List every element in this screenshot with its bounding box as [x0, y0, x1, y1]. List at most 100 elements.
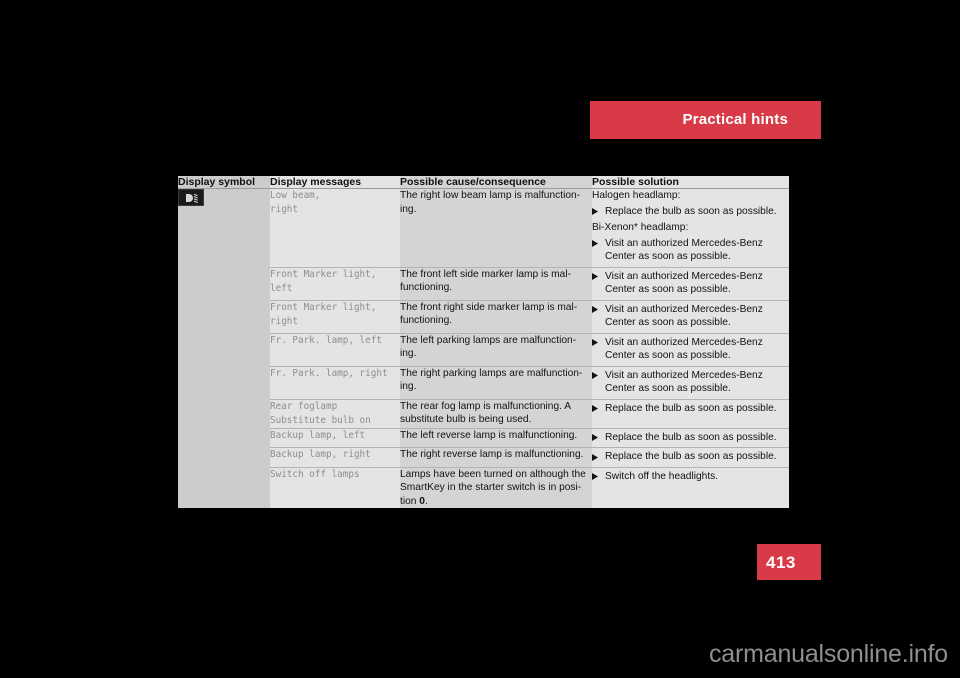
- solution-bullet-text: Visit an authorized Mercedes-Benz Center…: [605, 303, 763, 329]
- cell-display-symbol: [178, 300, 270, 333]
- triangle-bullet-icon: [592, 336, 605, 363]
- message-line: right: [270, 204, 298, 215]
- column-header-possible-solution: Possible solution: [592, 176, 789, 189]
- cell-possible-solution: Switch off the headlights.: [592, 466, 789, 508]
- cell-display-message: Front Marker light, left: [270, 266, 400, 300]
- solution-bullet: Visit an authorized Mercedes-Benz Center…: [592, 303, 789, 330]
- cause-line: The front right side marker lamp is mal-: [400, 301, 578, 313]
- display-messages-table: Display symbol Display messages Possible…: [178, 176, 789, 508]
- message-line: Fr. Park. lamp, right: [270, 367, 388, 379]
- solution-bullet-text: Replace the bulb as soon as possible.: [605, 205, 777, 217]
- cause-line: functioning.: [400, 315, 453, 326]
- cell-possible-cause: The rear fog lamp is malfunctioning. A su…: [400, 398, 592, 428]
- solution-bullet-text: Visit an authorized Mercedes-Benz Center…: [605, 369, 763, 395]
- solution-bullet: Replace the bulb as soon as possible.: [592, 450, 789, 464]
- solution-bullet: Visit an authorized Mercedes-Benz Center…: [592, 270, 789, 297]
- cell-display-symbol: [178, 366, 270, 399]
- cause-line: The left parking lamps are malfunction-: [400, 334, 577, 346]
- column-header-display-messages: Display messages: [270, 176, 400, 189]
- cell-display-message: Low beam, right: [270, 188, 400, 267]
- message-line: Front Marker light,: [270, 268, 377, 280]
- solution-bullet: Visit an authorized Mercedes-Benz Center…: [592, 237, 789, 264]
- cause-line: substitute bulb is being used.: [400, 414, 532, 425]
- triangle-bullet-icon: [592, 369, 605, 396]
- message-line: right: [270, 315, 298, 327]
- solution-bullet: Replace the bulb as soon as possible.: [592, 205, 789, 219]
- cause-line: The right parking lamps are malfunction-: [400, 367, 583, 379]
- message-line: Switch off lamps: [270, 468, 360, 480]
- cell-display-message: Rear foglamp Substitute bulb on: [270, 398, 400, 428]
- table-row: Backup lamp, right The right reverse lamp…: [178, 447, 789, 467]
- cell-possible-solution: Visit an authorized Mercedes-Benz Center…: [592, 266, 789, 300]
- cause-line: tion 0.: [400, 495, 428, 507]
- cell-possible-solution: Halogen headlamp: Replace the bulb as soo…: [592, 188, 789, 267]
- triangle-bullet-icon: [592, 470, 605, 484]
- cell-display-message: Fr. Park. lamp, right: [270, 365, 400, 399]
- solution-bullet-text: Replace the bulb as soon as possible.: [605, 402, 777, 414]
- cause-line: The left reverse lamp is malfunctioning.: [400, 429, 578, 441]
- triangle-bullet-icon: [592, 303, 605, 330]
- message-line: Front Marker light,: [270, 301, 377, 313]
- message-line: Backup lamp, left: [270, 429, 366, 441]
- triangle-bullet-icon: [592, 205, 605, 219]
- cell-display-message: Fr. Park. lamp, left: [270, 332, 400, 366]
- site-watermark: carmanualsonline.info: [708, 640, 948, 668]
- solution-text: Halogen headlamp:: [592, 190, 681, 201]
- solution-bullet-text: Visit an authorized Mercedes-Benz Center…: [605, 270, 763, 296]
- solution-text: Bi-Xenon* headlamp:: [592, 222, 689, 233]
- page-number-tab: 413: [757, 544, 821, 580]
- cell-display-symbol: [178, 428, 270, 448]
- cell-display-message: Front Marker light, right: [270, 299, 400, 333]
- cell-possible-cause: The right parking lamps are malfunction-…: [400, 365, 592, 399]
- table-row: Rear foglamp Substitute bulb on The rear f…: [178, 398, 789, 428]
- message-line: Low beam,: [270, 190, 321, 201]
- cell-possible-cause: The right low beam lamp is malfunction-i…: [400, 188, 592, 267]
- cell-possible-cause: The front right side marker lamp is mal-…: [400, 299, 592, 333]
- cause-line: The right reverse lamp is malfunctioning…: [400, 449, 584, 460]
- message-line: Substitute bulb on: [270, 414, 371, 426]
- table-row: Front Marker light, left The front left si…: [178, 266, 789, 300]
- table-row: Backup lamp, left The left reverse lamp i…: [178, 427, 789, 448]
- cause-line: SmartKey in the starter switch is in pos…: [400, 482, 582, 493]
- solution-bullet-text: Visit an authorized Mercedes-Benz Center…: [605, 336, 763, 362]
- page-title: Practical hints: [682, 111, 788, 128]
- solution-bullet: Replace the bulb as soon as possible.: [592, 431, 789, 445]
- cell-display-symbol: [178, 399, 270, 428]
- cause-line: The rear fog lamp is malfunctioning. A: [400, 400, 572, 412]
- cell-display-symbol: [178, 188, 270, 267]
- cause-line: ing.: [400, 381, 417, 392]
- bold-token: 0: [419, 495, 425, 507]
- cell-possible-solution: Replace the bulb as soon as possible.: [592, 427, 789, 448]
- cell-possible-cause: The front left side marker lamp is mal-f…: [400, 266, 592, 300]
- cause-line: ing.: [400, 203, 417, 215]
- solution-bullet: Visit an authorized Mercedes-Benz Center…: [592, 369, 789, 396]
- table-row: Switch off lamps Lamps have been turned o…: [178, 466, 789, 508]
- table-body: Low beam, right The right low beam lamp is…: [178, 188, 789, 508]
- solution-bullet-text: Switch off the headlights.: [605, 470, 719, 482]
- triangle-bullet-icon: [592, 270, 605, 297]
- solution-bullet: Visit an authorized Mercedes-Benz Center…: [592, 336, 789, 363]
- column-header-display-symbol: Display symbol: [178, 176, 270, 189]
- column-header-possible-cause: Possible cause/consequence: [400, 176, 592, 189]
- cell-possible-cause: Lamps have been turned on although the Sm…: [400, 466, 592, 508]
- cause-line: The front left side marker lamp is mal-: [400, 268, 571, 280]
- cell-possible-solution: Replace the bulb as soon as possible.: [592, 447, 789, 467]
- cell-display-symbol: [178, 267, 270, 300]
- cell-possible-cause: The left parking lamps are malfunction-i…: [400, 332, 592, 366]
- triangle-bullet-icon: [592, 402, 605, 416]
- cell-possible-cause: The left reverse lamp is malfunctioning.: [400, 427, 592, 448]
- cause-line: The right low beam lamp is malfunction-: [400, 190, 581, 201]
- cell-possible-solution: Visit an authorized Mercedes-Benz Center…: [592, 332, 789, 366]
- cell-display-symbol: [178, 447, 270, 467]
- cell-possible-cause: The right reverse lamp is malfunctioning…: [400, 447, 592, 467]
- cell-display-symbol: [178, 333, 270, 366]
- table-row: Fr. Park. lamp, left The left parking lam…: [178, 332, 789, 366]
- message-line: left: [270, 282, 293, 294]
- low-beam-headlamp-icon: [178, 189, 204, 206]
- cause-line: ing.: [400, 348, 417, 359]
- cause-line: functioning.: [400, 282, 453, 293]
- cell-display-symbol: [178, 467, 270, 508]
- table-row: Front Marker light, right The front right …: [178, 299, 789, 333]
- practical-hints-banner: Practical hints: [590, 101, 821, 139]
- solution-bullet-text: Replace the bulb as soon as possible.: [605, 431, 777, 443]
